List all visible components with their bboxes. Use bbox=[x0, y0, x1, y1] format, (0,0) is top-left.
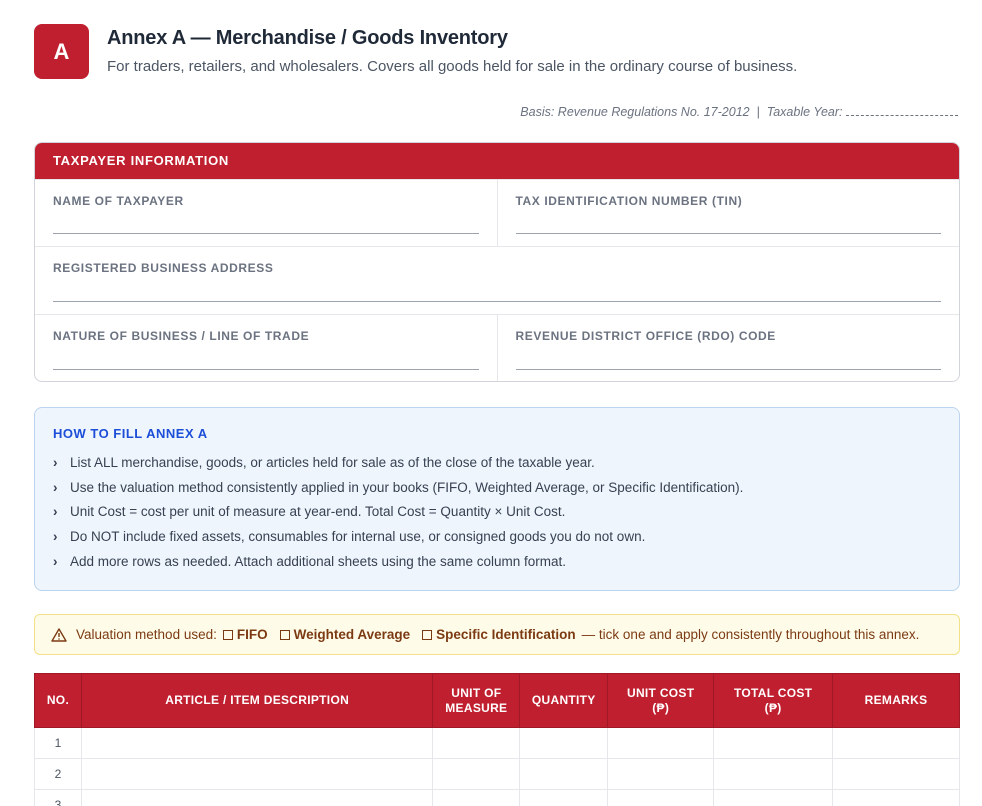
description-cell[interactable] bbox=[80, 758, 434, 790]
table-row: 3 bbox=[34, 789, 960, 806]
chevron-right-icon: › bbox=[53, 479, 58, 495]
howto-item-text: List ALL merchandise, goods, or articles… bbox=[70, 455, 595, 470]
weighted-average-checkbox[interactable]: Weighted Average bbox=[279, 627, 411, 642]
list-item: › Unit Cost = cost per unit of measure at… bbox=[53, 504, 941, 529]
warning-icon bbox=[51, 627, 67, 642]
option-label: Specific Identification bbox=[436, 627, 576, 642]
name-input-line[interactable] bbox=[53, 233, 479, 234]
taxpayer-heading: TAXPAYER INFORMATION bbox=[35, 143, 959, 179]
nature-of-business-field[interactable]: NATURE OF BUSINESS / LINE OF TRADE bbox=[35, 315, 497, 381]
address-input-line[interactable] bbox=[53, 301, 941, 302]
table-header-row: NO. ARTICLE / ITEM DESCRIPTION UNIT OF M… bbox=[34, 673, 960, 728]
chevron-right-icon: › bbox=[53, 529, 58, 545]
unit-cell[interactable] bbox=[432, 727, 521, 759]
address-field[interactable]: REGISTERED BUSINESS ADDRESS bbox=[35, 247, 959, 314]
valuation-prefix: Valuation method used: bbox=[76, 627, 217, 642]
annex-header: A Annex A — Merchandise / Goods Inventor… bbox=[34, 24, 797, 79]
option-label: FIFO bbox=[236, 627, 268, 642]
chevron-right-icon: › bbox=[53, 455, 58, 470]
unit-cell[interactable] bbox=[432, 758, 521, 790]
remarks-cell[interactable] bbox=[832, 727, 960, 759]
col-quantity: QUANTITY bbox=[519, 673, 609, 728]
table-row: 2 bbox=[34, 758, 960, 790]
annex-badge: A bbox=[34, 24, 89, 79]
unit-cost-cell[interactable] bbox=[607, 727, 715, 759]
checkbox-icon bbox=[222, 630, 233, 640]
unit-cell[interactable] bbox=[432, 789, 521, 806]
name-label: NAME OF TAXPAYER bbox=[53, 194, 184, 208]
rdo-label: REVENUE DISTRICT OFFICE (RDO) CODE bbox=[515, 329, 776, 343]
page-subtitle: For traders, retailers, and wholesalers.… bbox=[107, 58, 798, 75]
col-unit-of-measure: UNIT OF MEASURE bbox=[432, 673, 521, 728]
howto-heading: HOW TO FILL ANNEX A bbox=[53, 426, 208, 441]
howto-item-text: Unit Cost = cost per unit of measure at … bbox=[70, 504, 566, 520]
total-cost-cell[interactable] bbox=[713, 758, 834, 790]
col-no: NO. bbox=[34, 673, 82, 728]
tin-field[interactable]: TAX IDENTIFICATION NUMBER (TIN) bbox=[496, 180, 960, 246]
howto-list: › List ALL merchandise, goods, or article… bbox=[53, 455, 941, 578]
howto-item-text: Add more rows as needed. Attach addition… bbox=[70, 553, 567, 569]
col-remarks: REMARKS bbox=[832, 673, 960, 728]
valuation-method-bar: Valuation method used: FIFO Weighted Ave… bbox=[34, 614, 960, 655]
page-title: Annex A — Merchandise / Goods Inventory bbox=[107, 27, 508, 49]
option-label: Weighted Average bbox=[293, 627, 411, 642]
tin-input-line[interactable] bbox=[515, 233, 941, 234]
specific-identification-checkbox[interactable]: Specific Identification bbox=[422, 627, 576, 642]
checkbox-icon bbox=[279, 630, 290, 640]
table-row: 1 bbox=[34, 727, 960, 759]
how-to-fill-box: HOW TO FILL ANNEX A › List ALL merchandis… bbox=[34, 407, 960, 591]
nature-label: NATURE OF BUSINESS / LINE OF TRADE bbox=[53, 329, 310, 343]
rdo-input-line[interactable] bbox=[515, 369, 941, 370]
basis-note: Basis: Revenue Regulations No. 17-2012 |… bbox=[520, 105, 958, 119]
taxpayer-card: TAXPAYER INFORMATION NAME OF TAXPAYER TA… bbox=[34, 142, 960, 382]
valuation-suffix: — tick one and apply consistently throug… bbox=[581, 627, 920, 642]
list-item: › Use the valuation method consistently a… bbox=[53, 480, 941, 505]
col-unit-cost: UNIT COST (₱) bbox=[607, 673, 715, 728]
row-number: 2 bbox=[34, 758, 82, 790]
quantity-cell[interactable] bbox=[519, 789, 609, 806]
quantity-cell[interactable] bbox=[519, 758, 609, 790]
inventory-table: NO. ARTICLE / ITEM DESCRIPTION UNIT OF M… bbox=[34, 673, 960, 806]
chevron-right-icon: › bbox=[53, 553, 58, 569]
col-description: ARTICLE / ITEM DESCRIPTION bbox=[80, 673, 434, 728]
remarks-cell[interactable] bbox=[832, 758, 960, 790]
row-number: 1 bbox=[34, 727, 82, 759]
address-label: REGISTERED BUSINESS ADDRESS bbox=[53, 261, 274, 275]
taxable-year-field[interactable] bbox=[846, 106, 958, 116]
rdo-code-field[interactable]: REVENUE DISTRICT OFFICE (RDO) CODE bbox=[496, 315, 960, 381]
list-item: › Do NOT include fixed assets, consumable… bbox=[53, 529, 941, 554]
list-item: › Add more rows as needed. Attach additio… bbox=[53, 554, 941, 579]
basis-text: Basis: Revenue Regulations No. 17-2012 |… bbox=[520, 105, 843, 119]
tin-label: TAX IDENTIFICATION NUMBER (TIN) bbox=[515, 194, 743, 208]
total-cost-cell[interactable] bbox=[713, 789, 834, 806]
description-cell[interactable] bbox=[80, 789, 434, 806]
nature-input-line[interactable] bbox=[53, 369, 479, 370]
howto-item-text: Do NOT include fixed assets, consumables… bbox=[70, 529, 646, 545]
quantity-cell[interactable] bbox=[519, 727, 609, 759]
list-item: › List ALL merchandise, goods, or article… bbox=[53, 455, 941, 480]
fifo-checkbox[interactable]: FIFO bbox=[222, 627, 268, 642]
remarks-cell[interactable] bbox=[832, 789, 960, 806]
unit-cost-cell[interactable] bbox=[607, 758, 715, 790]
chevron-right-icon: › bbox=[53, 504, 58, 520]
howto-item-text: Use the valuation method consistently ap… bbox=[70, 479, 744, 495]
description-cell[interactable] bbox=[80, 727, 434, 759]
row-number: 3 bbox=[34, 789, 82, 806]
col-total-cost: TOTAL COST (₱) bbox=[713, 673, 834, 728]
unit-cost-cell[interactable] bbox=[607, 789, 715, 806]
total-cost-cell[interactable] bbox=[713, 727, 834, 759]
checkbox-icon bbox=[422, 630, 433, 640]
name-of-taxpayer-field[interactable]: NAME OF TAXPAYER bbox=[35, 180, 497, 246]
